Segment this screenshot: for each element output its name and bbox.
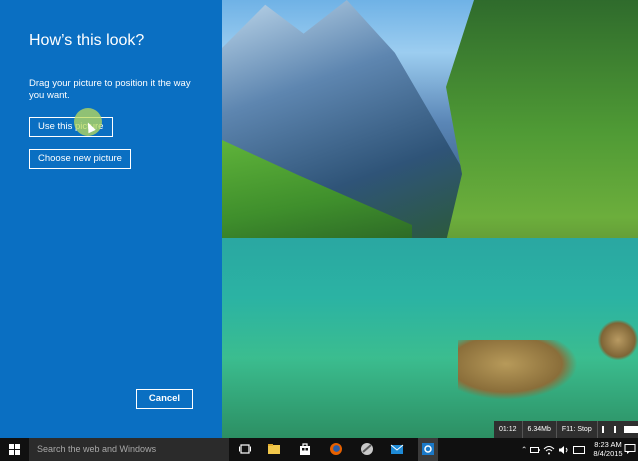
clock[interactable]: 8:23 AM 8/4/2015: [590, 440, 626, 458]
settings-icon[interactable]: [421, 442, 435, 456]
system-tray: ⌃: [518, 438, 586, 461]
wifi-icon[interactable]: [543, 445, 555, 455]
choose-new-picture-button[interactable]: Choose new picture: [29, 149, 131, 169]
clock-time: 8:23 AM: [594, 440, 622, 449]
windows-logo-icon: [9, 444, 20, 455]
lake-shape: [222, 238, 638, 438]
page-title: How’s this look?: [29, 32, 145, 49]
rocks-shape-2: [598, 320, 638, 360]
instruction-text: Drag your picture to position it the way…: [29, 78, 191, 101]
keyboard-icon[interactable]: [573, 445, 586, 455]
recorder-stop-hint: F11: Stop: [561, 426, 592, 433]
recorder-elapsed: 01:12: [499, 426, 517, 433]
start-button[interactable]: [0, 438, 29, 461]
file-explorer-icon[interactable]: [267, 442, 281, 456]
sidebar-panel: How’s this look? Drag your picture to po…: [0, 0, 222, 438]
recorder-size: 6.34Mb: [527, 426, 551, 433]
recorder-status-bar: 01:12 6.34Mb F11: Stop: [494, 421, 638, 438]
taskbar: Search the web and Windows ⌃ 8:23 AM 8/4…: [0, 438, 638, 461]
volume-icon[interactable]: [558, 445, 570, 455]
pause-icon[interactable]: [601, 426, 616, 433]
notifications-icon[interactable]: [624, 443, 636, 455]
cancel-button[interactable]: Cancel: [136, 389, 193, 409]
clock-date: 8/4/2015: [593, 449, 623, 458]
stop-icon[interactable]: [623, 426, 638, 433]
app-icon[interactable]: [360, 442, 374, 456]
chevron-up-icon[interactable]: ⌃: [518, 445, 530, 454]
battery-icon[interactable]: [530, 445, 540, 455]
task-view-icon[interactable]: [238, 442, 252, 456]
store-icon[interactable]: [298, 442, 312, 456]
search-box[interactable]: Search the web and Windows: [29, 438, 229, 461]
mail-icon[interactable]: [390, 442, 404, 456]
picture-preview[interactable]: [222, 0, 638, 438]
rocks-shape: [458, 340, 578, 400]
firefox-icon[interactable]: [329, 442, 343, 456]
